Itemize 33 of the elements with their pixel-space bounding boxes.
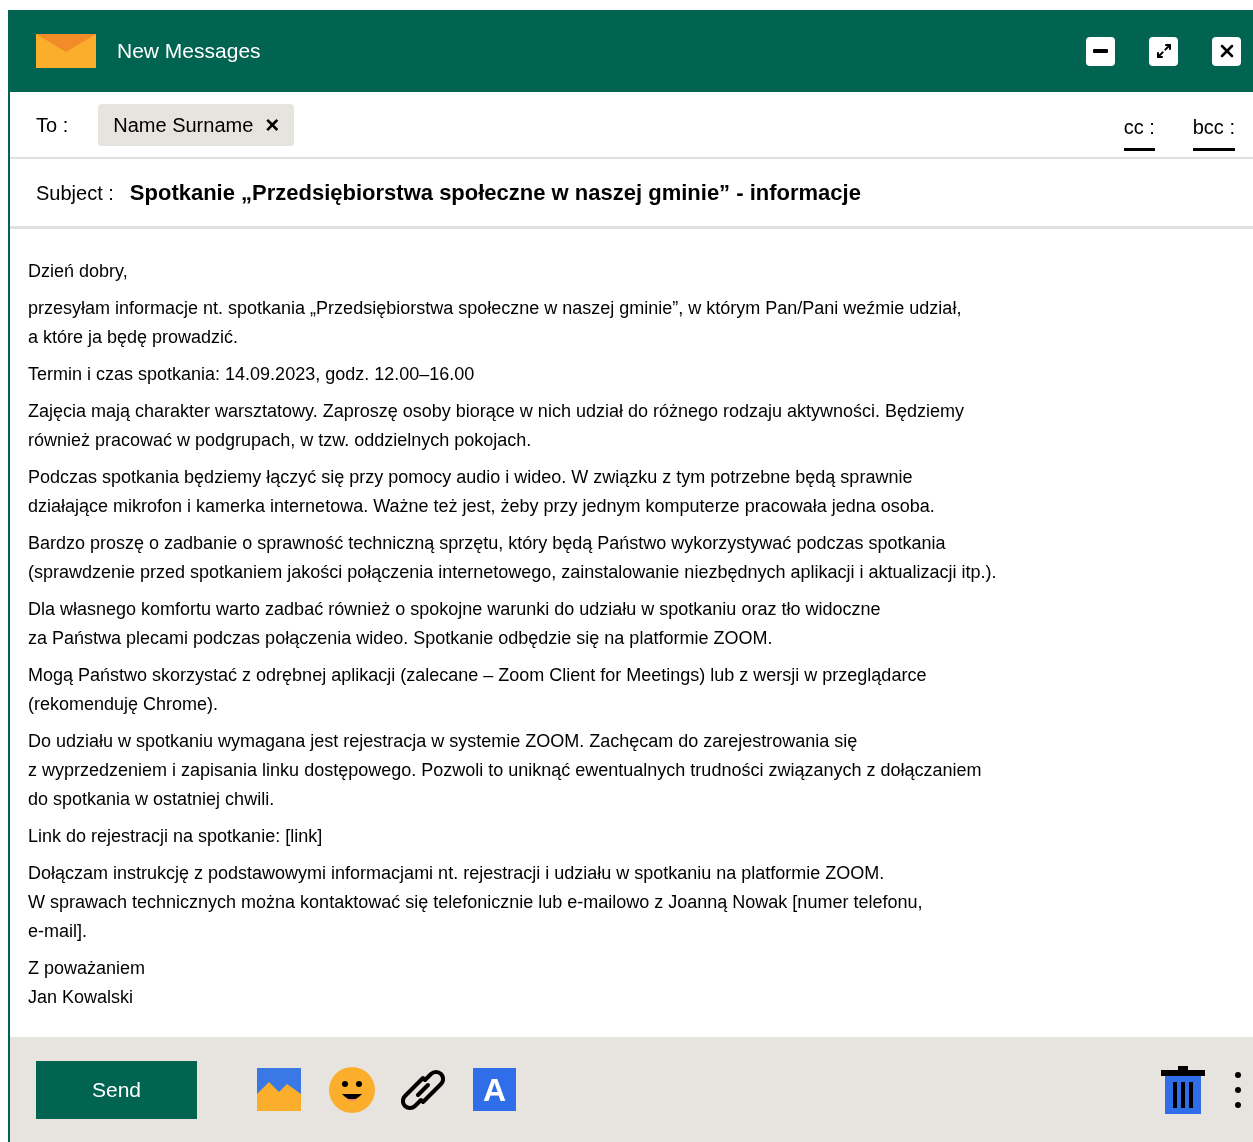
body-paragraph: Mogą Państwo skorzystać z odrębnej aplikacji (zalecane – Zoom Client for Meetings) lub z wersji w przeglądarce (rekomenduję Chrome). [28, 664, 928, 716]
body-paragraph: Do udziału w spotkaniu wymagana jest rejestracja w systemie ZOOM. Zachęcam do zarejestrowania się z wyprzedzeniem i zapisania linku dostępowego. Pozwoli to uniknąć ewentualnych trudności związanych z dołączaniem do spotkania w ostatniej chwili. [28, 730, 983, 811]
text-format-icon[interactable]: A [473, 1068, 516, 1111]
smiley-icon[interactable] [329, 1066, 375, 1113]
recipient-chip[interactable]: Name Surname × [98, 103, 295, 146]
body-paragraph: Bardzo proszę o zadbanie o sprawność techniczną sprzętu, który będą Państwo wykorzystywać podczas spotkania (sprawdzenie przed spotkaniem jakości połączenia internetowego, zainstalowanie niezbędnych aplikacji i aktualizacji itp.). [28, 532, 998, 584]
more-options-icon[interactable] [1235, 1071, 1241, 1108]
body-paragraph: Dzień dobry, [28, 260, 129, 283]
recipient-name: Name Surname [113, 112, 254, 138]
maximize-button[interactable] [1149, 36, 1178, 66]
body-paragraph: Podczas spotkania będziemy łączyć się przy pomocy audio i wideo. W związku z tym potrzebne będą sprawnie działające mikrofon i kamerka internetowa. Ważne też jest, żeby przy jednym komputerze pracowała jedna osoba. [28, 466, 936, 518]
envelope-icon [36, 34, 96, 68]
close-button[interactable] [1212, 36, 1241, 66]
paperclip-icon[interactable] [401, 1067, 445, 1112]
minimize-icon [1093, 49, 1108, 53]
maximize-icon [1155, 43, 1172, 59]
subject-label: Subject : [36, 180, 114, 206]
remove-recipient-button[interactable]: × [265, 112, 280, 137]
window-title: New Messages [117, 38, 261, 65]
minimize-button[interactable] [1086, 36, 1115, 66]
body-paragraph: Termin i czas spotkania: 14.09.2023, godz. 12.00–16.00 [28, 363, 476, 386]
to-label: To : [36, 112, 69, 138]
body-paragraph: Dla własnego komfortu warto zadbać również o spokojne warunki do udziału w spotkaniu oraz tło widoczne za Państwa plecami podczas połączenia wideo. Spotkanie odbędzie się na platformie ZOOM. [28, 598, 882, 650]
body-paragraph: Z poważaniem Jan Kowalski [28, 957, 147, 1009]
bcc-button[interactable]: bcc : [1192, 112, 1235, 151]
cc-button[interactable]: cc : [1123, 112, 1155, 151]
body-paragraph: Zajęcia mają charakter warsztatowy. Zaproszę osoby biorące w nich udział do różnego rodzaju aktywności. Będziemy również pracować w podgrupach, w tzw. oddzielnych pokojach. [28, 400, 966, 452]
trash-icon[interactable] [1161, 1065, 1205, 1114]
body-paragraph: przesyłam informacje nt. spotkania „Przedsiębiorstwa społeczne w naszej gminie”, w którym Pan/Pani weźmie udział, a które ja będę prowadzić. [28, 297, 963, 349]
body-paragraph: Dołączam instrukcję z podstawowymi informacjami nt. rejestracji i udziału w spotkaniu na platformie ZOOM. W sprawach technicznych można kontaktować się telefonicznie lub e-mailowo z Joanną Nowak [numer telefonu, e-mail]. [28, 862, 924, 943]
body-paragraph: Link do rejestracji na spotkanie: [link] [28, 825, 324, 848]
subject-field[interactable]: Spotkanie „Przedsiębiorstwa społeczne w naszej gminie” - informacje [129, 176, 861, 209]
send-button[interactable]: Send [36, 1060, 197, 1119]
